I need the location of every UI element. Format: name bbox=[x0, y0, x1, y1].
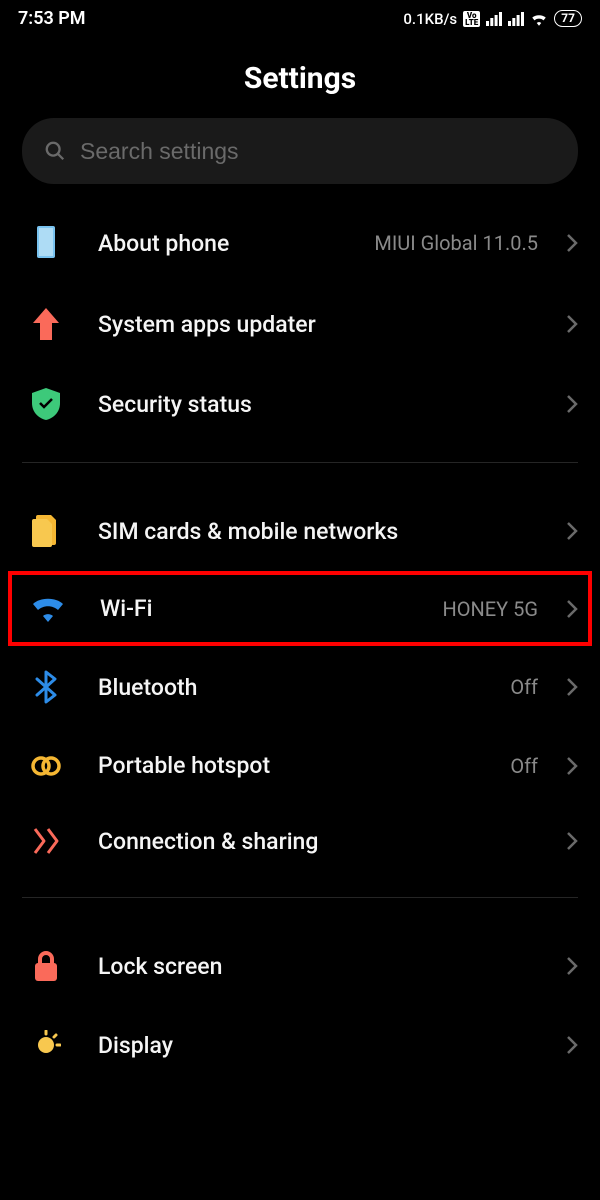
chevron-right-icon bbox=[566, 1035, 578, 1055]
chevron-right-icon bbox=[566, 599, 578, 619]
battery-icon: 77 bbox=[554, 10, 582, 27]
brightness-icon bbox=[16, 1030, 76, 1060]
chevron-right-icon bbox=[566, 677, 578, 697]
signal-icon bbox=[486, 12, 502, 26]
item-about-phone[interactable]: About phone MIUI Global 11.0.5 bbox=[0, 202, 600, 284]
arrow-up-icon bbox=[16, 308, 76, 340]
sim-icon bbox=[16, 515, 76, 547]
net-speed: 0.1KB/s bbox=[403, 10, 457, 28]
wifi-status-icon bbox=[530, 12, 548, 26]
shield-check-icon bbox=[16, 388, 76, 420]
signal-icon-2 bbox=[508, 12, 524, 26]
status-bar: 7:53 PM 0.1KB/s Vo LTE 77 bbox=[0, 0, 600, 33]
chevron-right-icon bbox=[566, 314, 578, 334]
wifi-icon bbox=[18, 596, 78, 622]
phone-icon bbox=[16, 226, 76, 260]
chevron-right-icon bbox=[566, 233, 578, 253]
bluetooth-icon bbox=[16, 670, 76, 704]
item-value: Off bbox=[510, 754, 538, 778]
chevron-right-icon bbox=[566, 521, 578, 541]
hotspot-icon bbox=[16, 755, 76, 777]
separator bbox=[22, 462, 578, 463]
search-bar[interactable] bbox=[22, 118, 578, 184]
volte-icon: Vo LTE bbox=[463, 11, 480, 27]
page-title: Settings bbox=[0, 33, 600, 118]
item-label: Lock screen bbox=[98, 953, 544, 980]
item-system-updater[interactable]: System apps updater bbox=[0, 284, 600, 364]
item-hotspot[interactable]: Portable hotspot Off bbox=[0, 728, 600, 803]
item-display[interactable]: Display bbox=[0, 1006, 600, 1084]
chevron-right-icon bbox=[566, 394, 578, 414]
item-label: Wi-Fi bbox=[100, 595, 421, 622]
item-connection-sharing[interactable]: Connection & sharing bbox=[0, 803, 600, 879]
item-label: Connection & sharing bbox=[98, 828, 544, 855]
item-security-status[interactable]: Security status bbox=[0, 364, 600, 444]
item-label: About phone bbox=[98, 230, 352, 257]
item-value: Off bbox=[510, 675, 538, 699]
item-label: System apps updater bbox=[98, 311, 544, 338]
item-wifi[interactable]: Wi-Fi HONEY 5G bbox=[8, 571, 592, 646]
item-sim-cards[interactable]: SIM cards & mobile networks bbox=[0, 491, 600, 571]
item-bluetooth[interactable]: Bluetooth Off bbox=[0, 646, 600, 728]
connection-icon bbox=[16, 827, 76, 855]
search-icon bbox=[44, 140, 66, 162]
settings-list: About phone MIUI Global 11.0.5 System ap… bbox=[0, 202, 600, 1084]
item-label: Display bbox=[98, 1032, 544, 1059]
chevron-right-icon bbox=[566, 831, 578, 851]
chevron-right-icon bbox=[566, 756, 578, 776]
item-value: MIUI Global 11.0.5 bbox=[374, 231, 538, 255]
status-right: 0.1KB/s Vo LTE 77 bbox=[403, 10, 582, 28]
status-time: 7:53 PM bbox=[18, 8, 86, 29]
item-label: Portable hotspot bbox=[98, 752, 488, 779]
item-label: SIM cards & mobile networks bbox=[98, 518, 544, 545]
item-lock-screen[interactable]: Lock screen bbox=[0, 926, 600, 1006]
chevron-right-icon bbox=[566, 956, 578, 976]
separator bbox=[22, 897, 578, 898]
item-label: Bluetooth bbox=[98, 674, 488, 701]
lock-icon bbox=[16, 950, 76, 982]
search-input[interactable] bbox=[80, 138, 556, 165]
item-label: Security status bbox=[98, 391, 544, 418]
item-value: HONEY 5G bbox=[443, 597, 539, 621]
